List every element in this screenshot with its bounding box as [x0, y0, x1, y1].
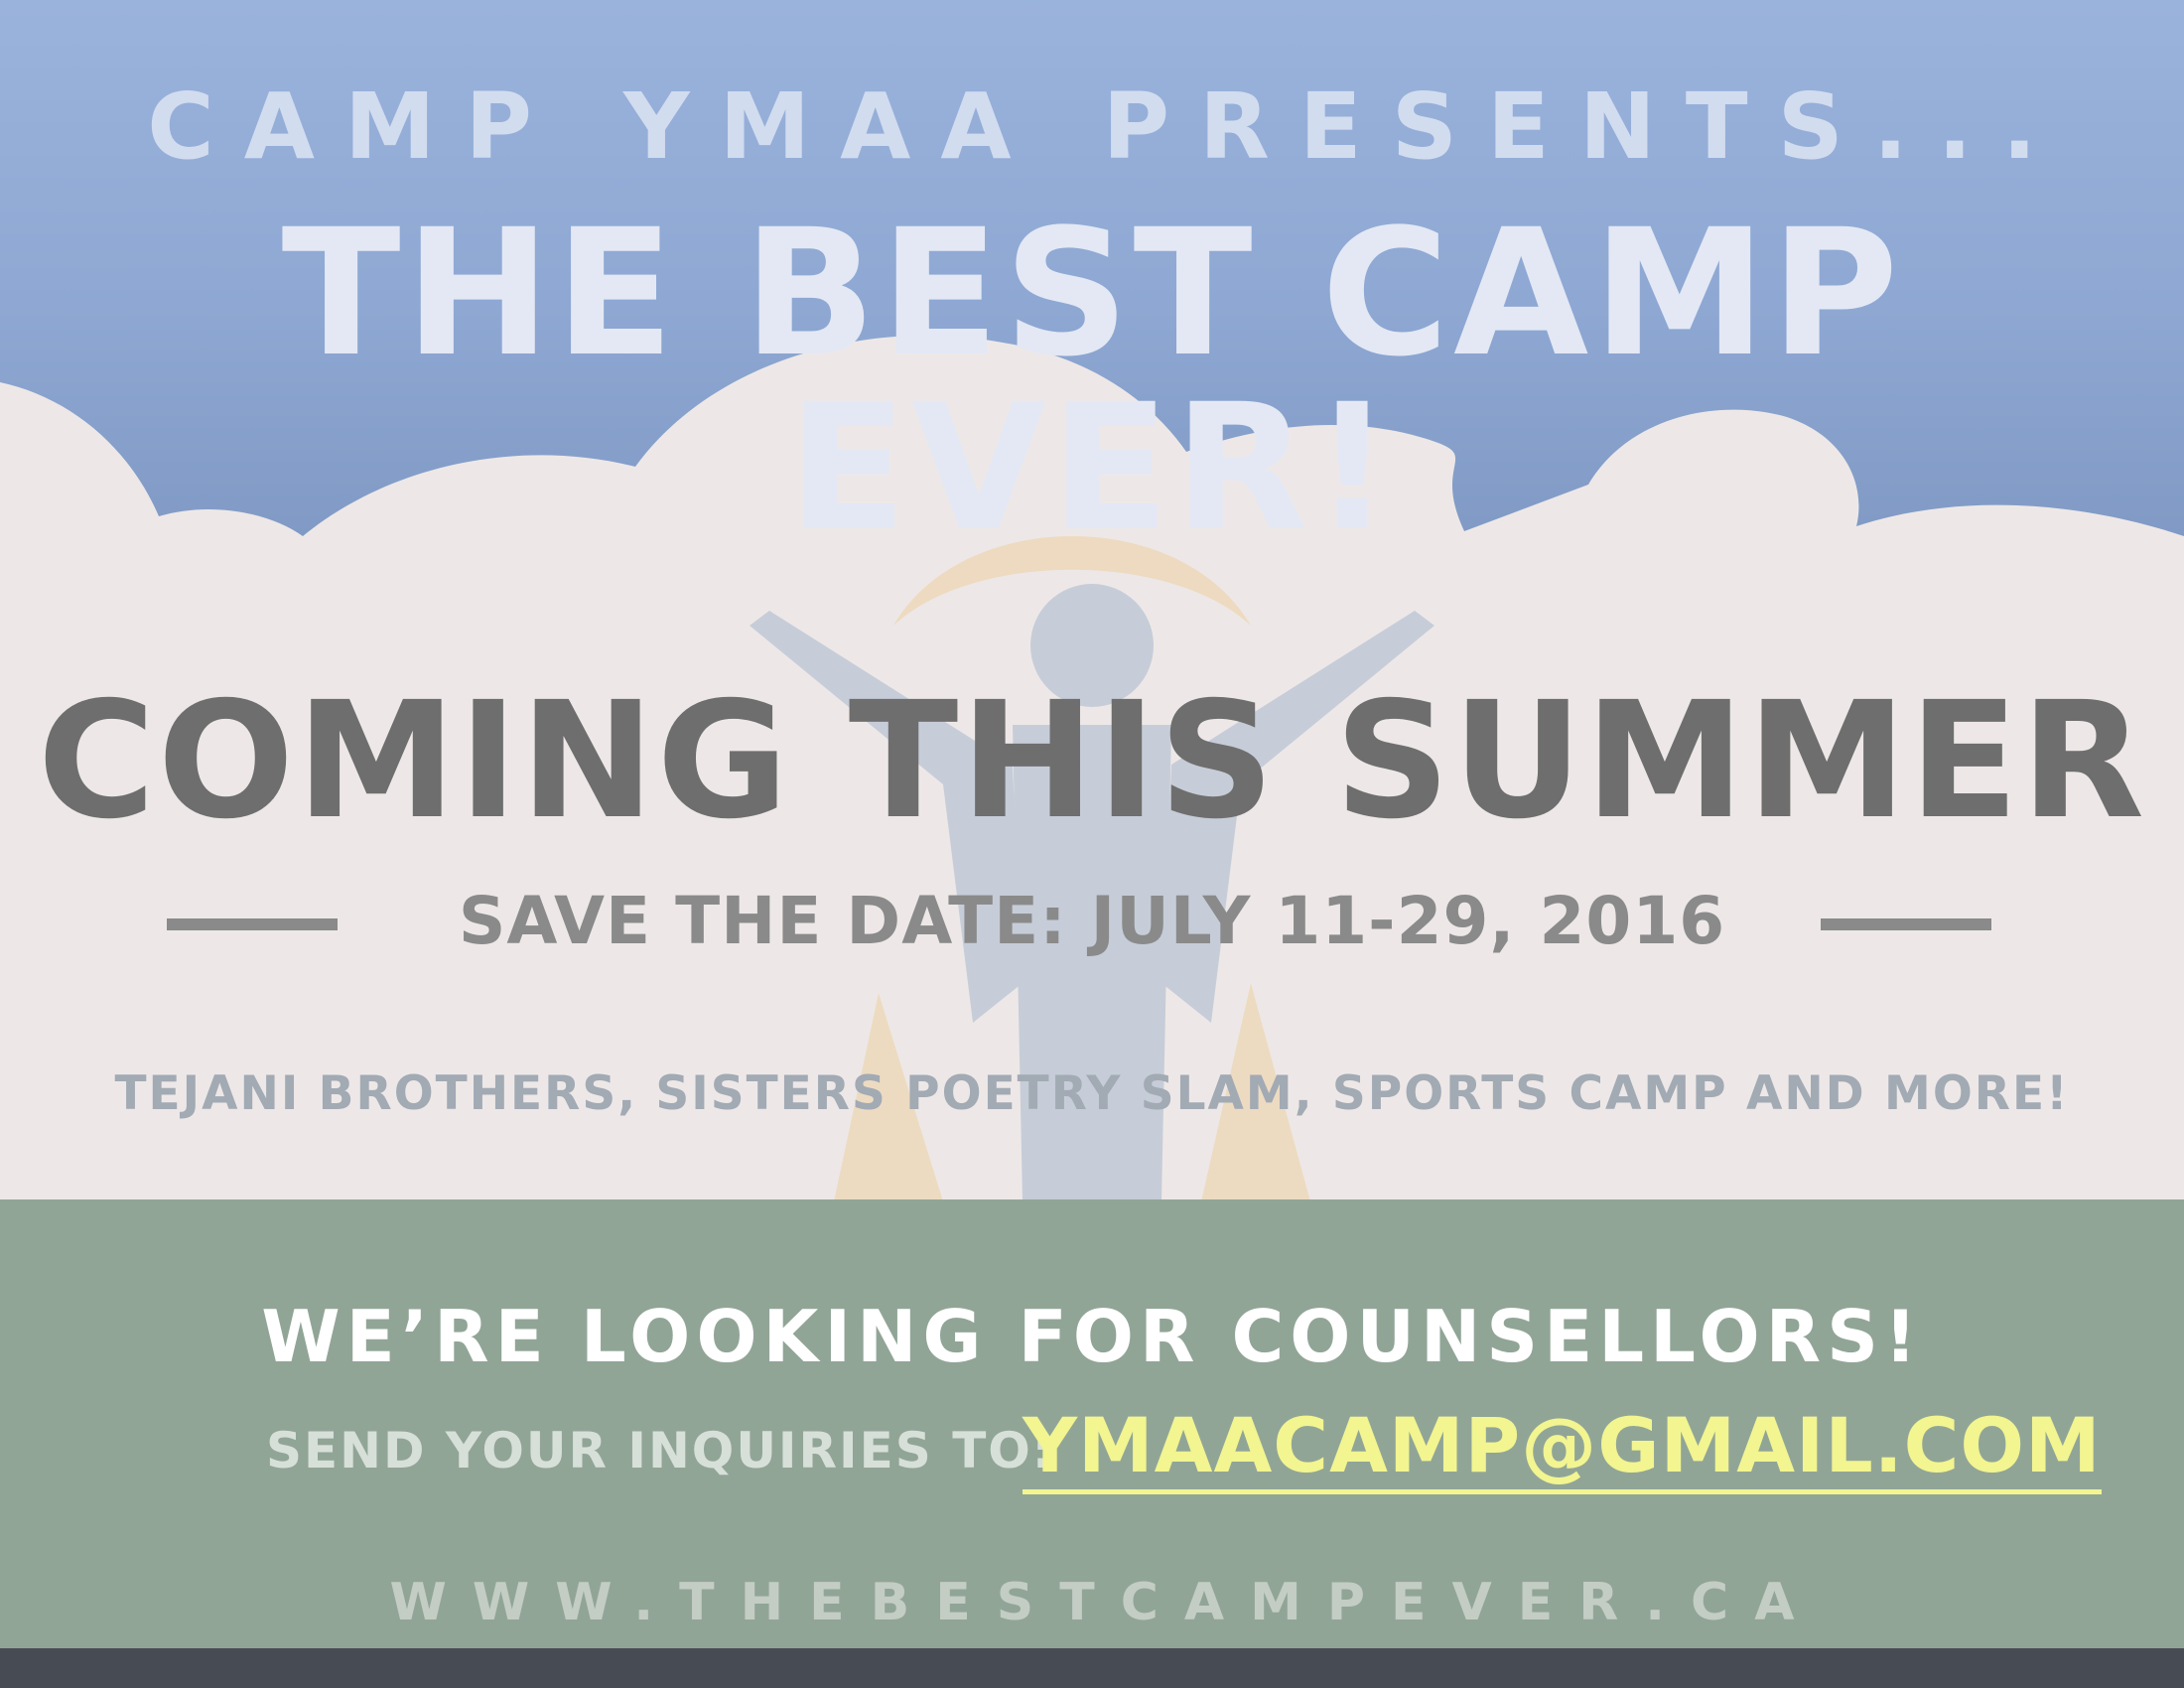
inquiry-row: SEND YOUR INQUIRIES TO: YMAACAMP@GMAIL.C…: [0, 1404, 2184, 1503]
footer-bar: [0, 1648, 2184, 1688]
headline: COMING THIS SUMMER: [37, 668, 2147, 855]
page-title: THE BEST CAMP EVER!: [281, 192, 1903, 570]
email-link[interactable]: YMAACAMP@GMAIL.COM: [1023, 1404, 2102, 1494]
inquiry-label: SEND YOUR INQUIRIES TO:: [266, 1422, 1054, 1479]
presents-heading: CAMP YMAA PRESENTS...: [147, 73, 2067, 180]
counsellors-heading: WE’RE LOOKING FOR COUNSELLORS!: [261, 1295, 1923, 1378]
lineup-text: TEJANI BROTHERS, SISTERS POETRY SLAM, SP…: [114, 1066, 2070, 1121]
save-date-row: SAVE THE DATE: JULY 11-29, 2016: [0, 882, 2184, 961]
website-link[interactable]: WWW.THEBESTCAMPEVER.CA: [0, 1577, 2184, 1628]
divider-right: [1821, 918, 1991, 930]
